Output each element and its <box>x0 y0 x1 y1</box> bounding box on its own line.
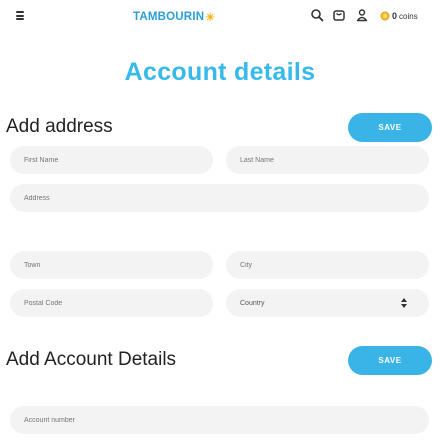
last-name-field[interactable] <box>226 146 429 174</box>
top-bar: TAMBOURIN ☀ 0 coins <box>0 0 440 32</box>
postal-code-field[interactable] <box>10 289 213 317</box>
last-name-input[interactable] <box>240 156 429 164</box>
menu-icon[interactable] <box>16 11 24 20</box>
search-icon[interactable] <box>310 8 324 22</box>
coins-label: coins <box>399 11 418 21</box>
cart-icon[interactable] <box>332 8 346 22</box>
city-field[interactable] <box>226 251 429 279</box>
add-account-details-heading: Add Account Details <box>6 349 177 370</box>
address-input[interactable] <box>24 194 429 202</box>
coins-balance[interactable]: 0 coins <box>380 9 418 23</box>
coin-icon <box>380 11 390 21</box>
town-field[interactable] <box>10 251 213 279</box>
save-address-button[interactable]: SAVE <box>348 113 432 142</box>
account-number-input[interactable] <box>24 416 429 424</box>
add-address-heading: Add address <box>6 116 113 137</box>
city-input[interactable] <box>240 261 429 269</box>
town-input[interactable] <box>24 261 213 269</box>
account-number-field[interactable] <box>10 406 429 434</box>
save-account-button[interactable]: SAVE <box>348 346 432 375</box>
user-icon[interactable] <box>355 8 369 22</box>
page-title: Account details <box>124 58 316 86</box>
postal-code-input[interactable] <box>24 299 213 307</box>
country-select[interactable]: Country <box>226 289 429 317</box>
select-arrows-icon <box>401 297 407 309</box>
logo[interactable]: TAMBOURIN ☀ <box>133 9 215 25</box>
first-name-field[interactable] <box>10 146 213 174</box>
logo-text: TAMBOURIN <box>133 11 205 23</box>
sun-icon: ☀ <box>205 11 216 24</box>
first-name-input[interactable] <box>24 156 213 164</box>
coins-count: 0 <box>392 11 398 21</box>
address-field[interactable] <box>10 184 429 212</box>
